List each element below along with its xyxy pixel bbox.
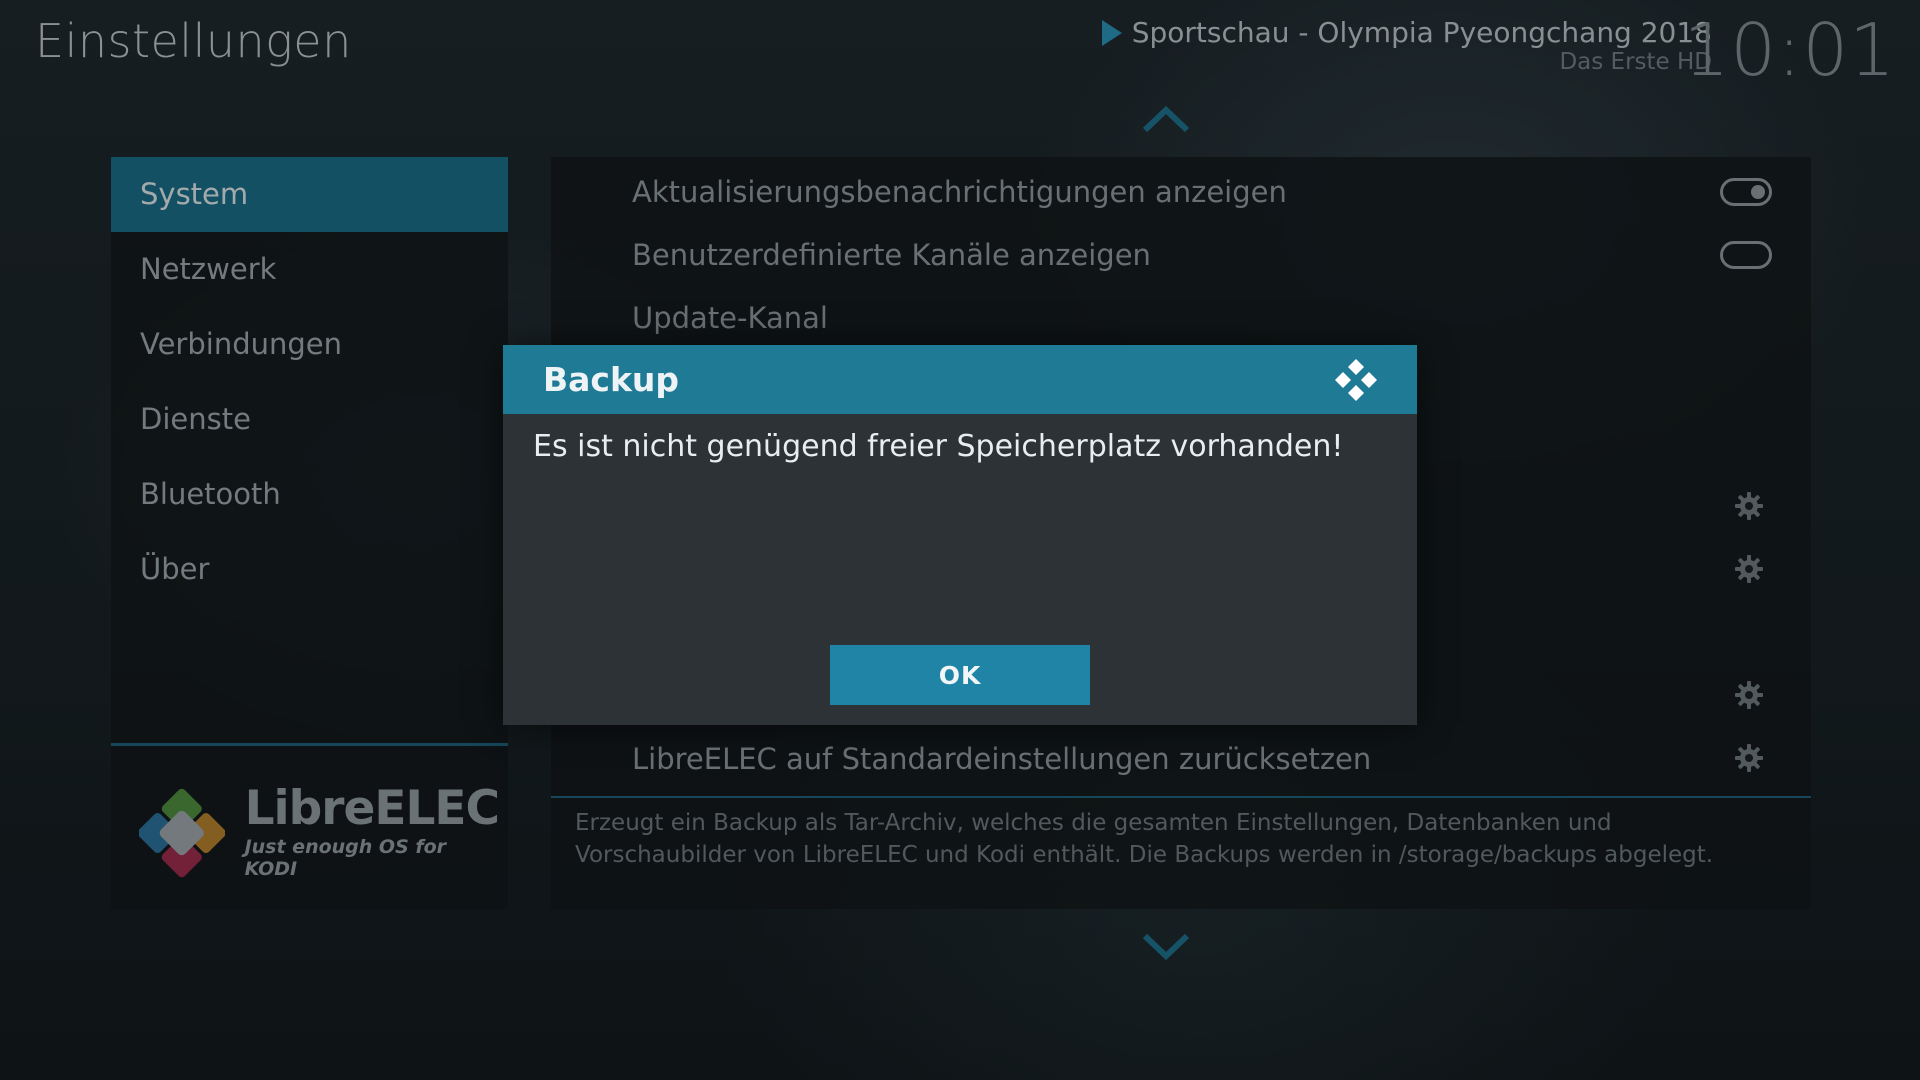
dialog-title: Backup: [543, 360, 680, 399]
backup-dialog: Backup Es ist nicht genügend freier Spei…: [503, 345, 1417, 725]
kodi-logo-icon: [1335, 359, 1377, 401]
ok-button[interactable]: OK: [830, 645, 1090, 705]
dialog-message: Es ist nicht genügend freier Speicherpla…: [533, 429, 1344, 464]
kodi-settings-screen: Einstellungen Sportschau - Olympia Pyeon…: [0, 0, 1920, 1080]
dialog-header: Backup: [503, 345, 1417, 414]
